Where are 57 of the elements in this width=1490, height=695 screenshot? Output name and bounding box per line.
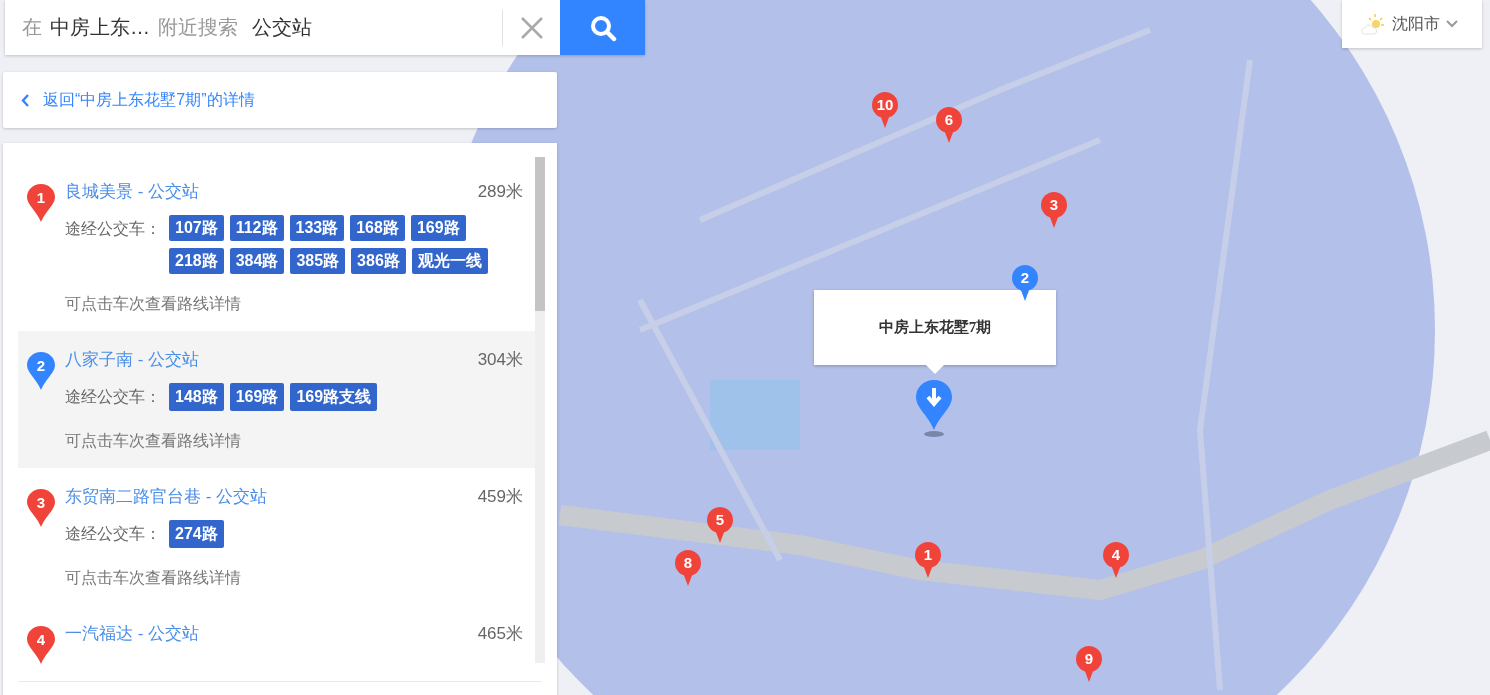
stop-name-link[interactable]: 一汽福达 - 公交站: [65, 621, 200, 645]
result-item[interactable]: 1 良城美景 - 公交站 289米 途经公交车： 107路 112路 133路 168路 169路 218路 384路 385路 386路 观光一线 可点击车次查看路线详情: [18, 163, 538, 331]
map-pin[interactable]: 4: [1103, 542, 1129, 578]
bus-route-tag[interactable]: 218路: [169, 248, 224, 274]
bus-route-tag[interactable]: 274路: [169, 520, 224, 548]
distance: 459米: [477, 485, 523, 508]
bus-route-tag[interactable]: 384路: [229, 248, 285, 274]
stop-name-link[interactable]: 东贸南二路官台巷 - 公交站: [65, 484, 268, 508]
search-nearby-label: 附近搜索: [158, 15, 238, 40]
chevron-left-icon: [21, 93, 29, 107]
place-name: 中房上东…: [50, 15, 150, 40]
search-prefix: 在: [22, 15, 42, 40]
map-pin-icon: 4: [26, 625, 56, 665]
map-pin[interactable]: 9: [1076, 646, 1102, 682]
map-pin[interactable]: 6: [936, 107, 962, 143]
close-icon: [519, 15, 544, 40]
bus-route-tag[interactable]: 386路: [351, 248, 406, 274]
search-button[interactable]: [560, 0, 645, 55]
distance: 304米: [477, 348, 523, 371]
back-link[interactable]: 返回“中房上东花墅7期”的详情: [21, 89, 255, 111]
stop-name-link[interactable]: 八家子南 - 公交站: [65, 347, 200, 371]
weather-icon: [1360, 12, 1386, 36]
result-item[interactable]: 2 八家子南 - 公交站 304米 途经公交车： 148路 169路 169路支线 可点击车次查看路线详情: [18, 331, 538, 468]
location-marker-icon[interactable]: [915, 378, 953, 438]
stop-name-link[interactable]: 良城美景 - 公交站: [65, 179, 200, 203]
distance: 289米: [477, 180, 523, 203]
routes-label: 途经公交车：: [65, 219, 161, 239]
map-pin-icon: 1: [26, 183, 56, 223]
map-pin[interactable]: 5: [707, 507, 733, 543]
bus-route-tag[interactable]: 168路: [350, 215, 405, 241]
route-hint: 可点击车次查看路线详情: [65, 431, 242, 451]
bus-route-tag[interactable]: 148路: [169, 383, 224, 411]
bus-route-tag[interactable]: 133路: [289, 215, 345, 241]
map-pin-icon: 3: [26, 488, 56, 528]
distance: 465米: [477, 622, 523, 645]
routes-label: 途经公交车：: [65, 387, 161, 407]
route-hint: 可点击车次查看路线详情: [65, 568, 242, 588]
routes-label: 途经公交车：: [65, 524, 161, 544]
map-pin[interactable]: 1: [915, 542, 941, 578]
chevron-down-icon[interactable]: [1446, 20, 1458, 28]
map-pin[interactable]: 8: [675, 550, 701, 586]
result-item[interactable]: 3 东贸南二路官台巷 - 公交站 459米 途经公交车： 274路 可点击车次查看路线详情: [18, 468, 538, 605]
scrollbar-thumb[interactable]: [535, 157, 545, 311]
bus-route-tag[interactable]: 385路: [290, 248, 346, 274]
city-name[interactable]: 沈阳市: [1392, 13, 1440, 35]
search-icon: [588, 13, 617, 42]
route-hint: 可点击车次查看路线详情: [65, 294, 242, 314]
map-pin[interactable]: 3: [1041, 192, 1067, 228]
bus-route-tag[interactable]: 112路: [229, 215, 284, 241]
map-pin[interactable]: 10: [872, 92, 898, 128]
info-popup: 中房上东花墅7期: [814, 290, 1056, 365]
bus-route-tag[interactable]: 169路: [229, 383, 285, 411]
bus-route-tag[interactable]: 169路: [410, 215, 466, 241]
bus-route-tag[interactable]: 观光一线: [411, 248, 488, 274]
bus-route-tag[interactable]: 169路支线: [290, 383, 378, 411]
map-pin-icon: 2: [26, 351, 56, 391]
bus-route-tag[interactable]: 107路: [169, 215, 224, 241]
